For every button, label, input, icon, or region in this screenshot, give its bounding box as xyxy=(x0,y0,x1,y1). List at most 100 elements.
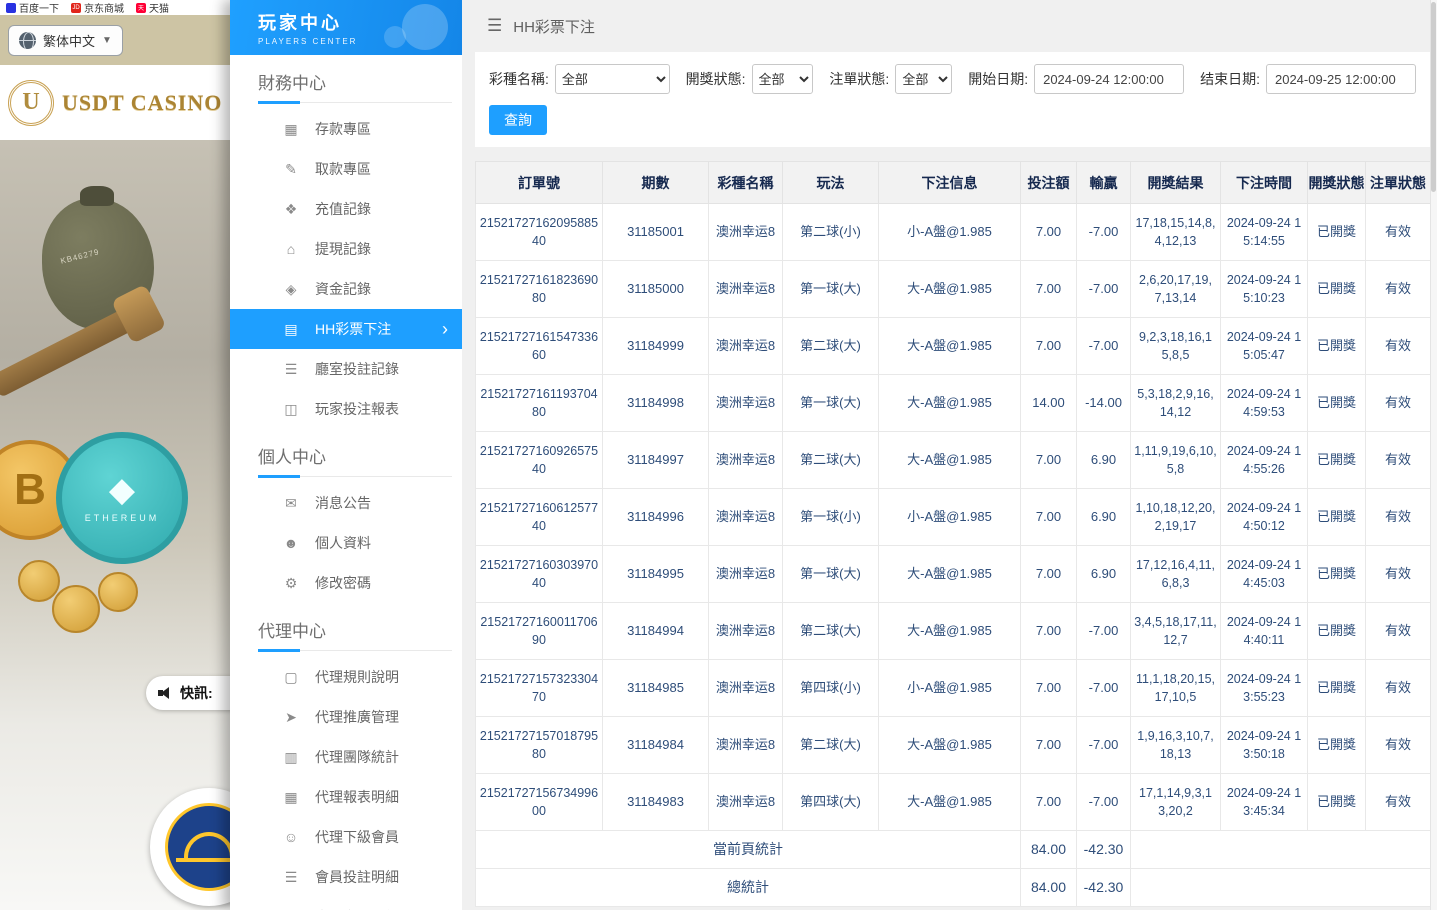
order-status-select[interactable]: 全部 xyxy=(895,64,952,94)
sidebar-item-agent-members[interactable]: ☺代理下級會員 xyxy=(230,817,462,857)
cell-order: 2152172716001170690 xyxy=(476,603,603,660)
sidebar-item-label: 充值記錄 xyxy=(315,199,371,219)
table-header-row: 訂單號期數彩種名稱玩法下注信息投注額輸贏開獎結果下注時間開獎狀態注單狀態 xyxy=(476,162,1431,204)
language-selector[interactable]: 繁体中文 ▼ xyxy=(8,25,123,56)
cell-amount: 7.00 xyxy=(1021,204,1077,261)
end-date-input[interactable] xyxy=(1266,64,1416,94)
bookmark-item[interactable]: 百度一下 xyxy=(6,0,59,15)
vertical-scrollbar[interactable] xyxy=(1430,0,1437,910)
cell-result: 17,18,15,14,8,4,12,13 xyxy=(1131,204,1221,261)
ethereum-label: ETHEREUM xyxy=(85,513,160,523)
cell-time: 2024-09-24 15:05:47 xyxy=(1221,318,1308,375)
cell-order: 2152172716030397040 xyxy=(476,546,603,603)
sidebar-item-agent-promo[interactable]: ➤代理推廣管理 xyxy=(230,697,462,737)
summary-row: 當前頁統計84.00-42.30 xyxy=(476,831,1431,869)
sidebar-item-password[interactable]: ⚙修改密碼 xyxy=(230,563,462,603)
member-bets-icon: ☰ xyxy=(282,869,300,886)
sidebar-item-agent-rules[interactable]: ▢代理規則說明 xyxy=(230,657,462,697)
bookmark-label: 京东商城 xyxy=(84,0,124,15)
cell-draw-status: 已開獎 xyxy=(1308,375,1366,432)
message-icon: ✉ xyxy=(282,495,300,512)
news-label: 快訊: xyxy=(180,683,213,703)
language-strip: 繁体中文 ▼ xyxy=(0,15,230,65)
profile-icon: ☻ xyxy=(282,535,300,551)
sidebar-item-room-bet-record[interactable]: ☰廳室投註記錄 xyxy=(230,349,462,389)
cell-bet-info: 大-A盤@1.985 xyxy=(879,375,1021,432)
cell-bet-info: 大-A盤@1.985 xyxy=(879,261,1021,318)
table-row: 215217271609265754031184997澳洲幸运8第二球(大)大-… xyxy=(476,432,1431,489)
cell-result: 3,4,5,18,17,11,12,7 xyxy=(1131,603,1221,660)
bookmark-item[interactable]: 天天猫 xyxy=(136,0,169,15)
cell-lottery: 澳洲幸运8 xyxy=(709,375,783,432)
sidebar-menu: 財務中心▦存款專區✎取款專區❖充值記錄⌂提現記錄◈資金記錄▤HH彩票下注›☰廳室… xyxy=(230,69,462,910)
sidebar-item-label: 廳室投註記錄 xyxy=(315,359,399,379)
draw-status-select[interactable]: 全部 xyxy=(752,64,814,94)
sidebar-item-cashout-record[interactable]: ⌂提現記錄 xyxy=(230,229,462,269)
cell-order-status: 有效 xyxy=(1366,432,1431,489)
bookmark-item[interactable]: JD京东商城 xyxy=(71,0,124,15)
cell-lottery: 澳洲幸运8 xyxy=(709,774,783,831)
bet-table: 訂單號期數彩種名稱玩法下注信息投注額輸贏開獎結果下注時間開獎狀態注單狀態 215… xyxy=(475,161,1431,907)
sidebar-section-title: 財務中心 xyxy=(258,69,462,94)
sidebar-item-agent-team-stats[interactable]: ▥代理團隊統計 xyxy=(230,737,462,777)
cell-period: 31184995 xyxy=(603,546,709,603)
sidebar-item-lottery-bet[interactable]: ▤HH彩票下注› xyxy=(230,309,462,349)
cell-amount: 7.00 xyxy=(1021,603,1077,660)
chevron-right-icon: › xyxy=(442,320,448,338)
sidebar-section-title: 代理中心 xyxy=(258,617,462,642)
sidebar-item-label: 玩家投注報表 xyxy=(315,399,399,419)
cell-play: 第四球(小) xyxy=(783,660,879,717)
column-header: 下注信息 xyxy=(879,162,1021,204)
hamburger-menu-icon[interactable]: ☰ xyxy=(487,16,502,36)
cell-draw-status: 已開獎 xyxy=(1308,432,1366,489)
sidebar-item-label: 存款專區 xyxy=(315,119,371,139)
cell-order-status: 有效 xyxy=(1366,261,1431,318)
column-header: 投注額 xyxy=(1021,162,1077,204)
bookmark-favicon xyxy=(6,3,16,13)
sidebar-item-profile[interactable]: ☻個人資料 xyxy=(230,523,462,563)
cell-period: 31184994 xyxy=(603,603,709,660)
cell-amount: 7.00 xyxy=(1021,546,1077,603)
lottery-name-select[interactable]: 全部 xyxy=(555,64,670,94)
table-row: 215217271615473366031184999澳洲幸运8第二球(大)大-… xyxy=(476,318,1431,375)
cell-order-status: 有效 xyxy=(1366,489,1431,546)
sidebar-item-label: 代理下級會員 xyxy=(315,827,399,847)
sidebar-item-recharge-record[interactable]: ❖充值記錄 xyxy=(230,189,462,229)
sidebar-item-member-bets[interactable]: ☰會員投註明細 xyxy=(230,857,462,897)
column-header: 輸贏 xyxy=(1077,162,1131,204)
sidebar-item-deposit[interactable]: ▦存款專區 xyxy=(230,109,462,149)
screen: 百度一下JD京东商城天天猫 繁体中文 ▼ U USDT CASINO KB462… xyxy=(0,0,1437,910)
cell-period: 31184998 xyxy=(603,375,709,432)
sidebar-item-agent-report[interactable]: ▦代理報表明細 xyxy=(230,777,462,817)
cell-draw-status: 已開獎 xyxy=(1308,261,1366,318)
bridge-arc xyxy=(184,832,230,858)
bookmark-label: 百度一下 xyxy=(19,0,59,15)
site-logo[interactable]: U USDT CASINO xyxy=(0,65,230,140)
cell-win-loss: -7.00 xyxy=(1077,774,1131,831)
cell-bet-info: 大-A盤@1.985 xyxy=(879,546,1021,603)
sidebar-item-message[interactable]: ✉消息公告 xyxy=(230,483,462,523)
speaker-icon xyxy=(158,686,172,700)
summary-row: 總統計84.00-42.30 xyxy=(476,869,1431,907)
table-row: 215217271620958854031185001澳洲幸运8第二球(小)小-… xyxy=(476,204,1431,261)
caret-down-icon: ▼ xyxy=(102,35,112,46)
cell-order-status: 有效 xyxy=(1366,603,1431,660)
sidebar-section-title: 個人中心 xyxy=(258,443,462,468)
table-row: 215217271600117069031184994澳洲幸运8第二球(大)大-… xyxy=(476,603,1431,660)
language-label: 繁体中文 xyxy=(43,31,95,50)
query-button[interactable]: 查詢 xyxy=(489,105,547,135)
gold-coin-decoration xyxy=(98,572,138,612)
sidebar-item-withdraw[interactable]: ✎取款專區 xyxy=(230,149,462,189)
cell-amount: 14.00 xyxy=(1021,375,1077,432)
cell-order: 2152172715673499600 xyxy=(476,774,603,831)
cell-lottery: 澳洲幸运8 xyxy=(709,204,783,261)
cell-bet-info: 大-A盤@1.985 xyxy=(879,774,1021,831)
cell-order-status: 有效 xyxy=(1366,546,1431,603)
start-date-input[interactable] xyxy=(1034,64,1184,94)
scrollbar-thumb[interactable] xyxy=(1431,2,1436,192)
team-badge xyxy=(150,788,230,906)
sidebar-item-member-trans[interactable]: ▤會員交易明細 xyxy=(230,897,462,910)
sidebar-item-player-report[interactable]: ◫玩家投注報表 xyxy=(230,389,462,429)
sidebar-item-funds-record[interactable]: ◈資金記錄 xyxy=(230,269,462,309)
gold-coin-decoration xyxy=(52,585,100,633)
